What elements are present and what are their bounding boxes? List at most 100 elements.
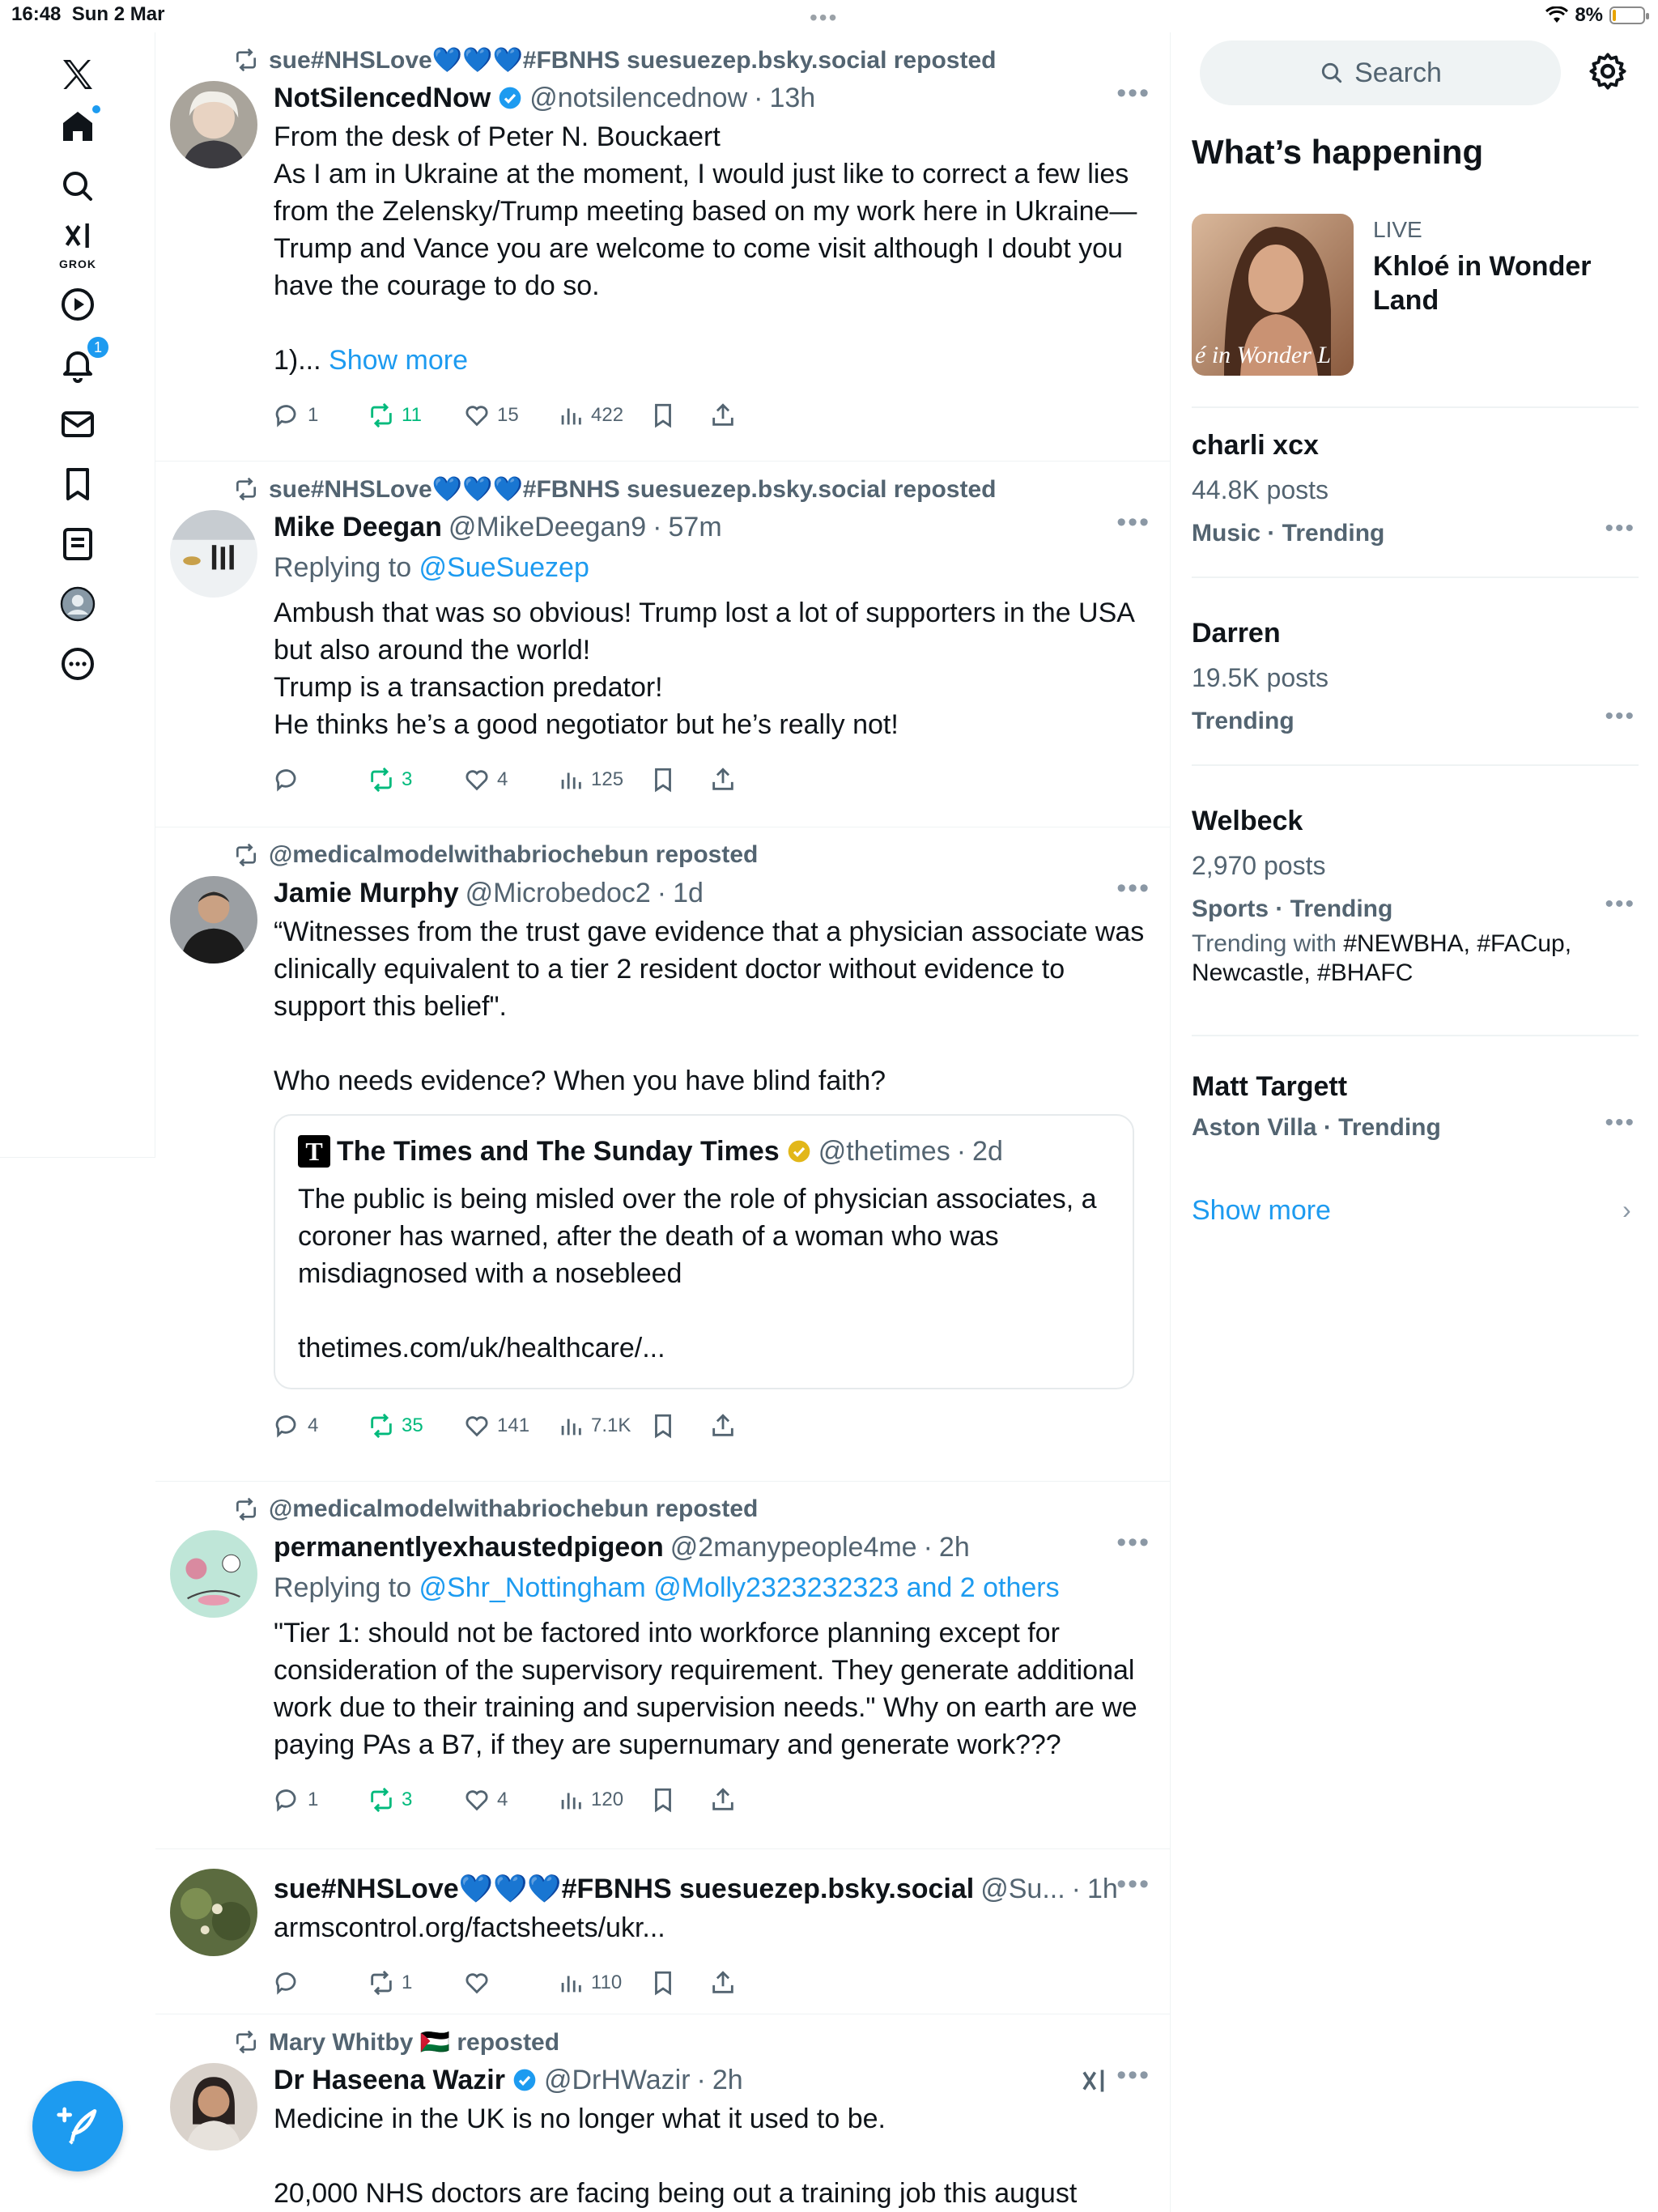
share-button[interactable] (709, 1412, 737, 1440)
reply-icon (275, 405, 296, 428)
bookmark-button[interactable] (649, 1786, 677, 1814)
tweet[interactable]: sue#NHSLove💙💙💙#FBNHS suesuezep.bsky.soci… (155, 1849, 1170, 2014)
more-options-icon[interactable]: ••• (1116, 1527, 1150, 1559)
avatar[interactable] (170, 876, 257, 963)
post-link[interactable]: armscontrol.org/factsheets/ukr... (274, 1909, 1150, 1946)
avatar[interactable] (170, 510, 257, 598)
more-options-icon[interactable]: ••• (1116, 1869, 1150, 1900)
author-name[interactable]: Mike Deegan (274, 512, 442, 543)
views-button[interactable]: 422 (557, 402, 623, 429)
reply-button[interactable] (274, 1969, 308, 1997)
more-options-icon[interactable]: ••• (1116, 2060, 1150, 2091)
repost-button[interactable]: 3 (368, 766, 412, 793)
repost-button[interactable]: 1 (368, 1969, 412, 1997)
repost-button[interactable]: 11 (368, 402, 422, 429)
views-button[interactable]: 110 (557, 1969, 622, 1997)
more-options-icon[interactable]: ••• (1605, 515, 1635, 542)
reply-count: 1 (308, 404, 319, 426)
like-button[interactable]: 4 (463, 1786, 508, 1814)
like-button[interactable]: 141 (463, 1412, 529, 1440)
views-button[interactable]: 7.1K (557, 1412, 631, 1440)
author-name[interactable]: Jamie Murphy (274, 878, 459, 909)
quoted-tweet[interactable]: T The Times and The Sunday Times @thetim… (274, 1114, 1134, 1389)
tweet[interactable]: sue#NHSLove💙💙💙#FBNHS suesuezep.bsky.soci… (155, 462, 1170, 827)
views-button[interactable]: 120 (557, 1786, 623, 1814)
share-button[interactable] (709, 1786, 737, 1814)
author-handle[interactable]: @Microbedoc2 (466, 878, 651, 909)
more-options-icon[interactable]: ••• (1116, 78, 1150, 109)
search-icon (1321, 62, 1342, 83)
reply-button[interactable]: 4 (274, 1412, 318, 1440)
avatar[interactable] (170, 1530, 257, 1618)
avatar[interactable] (170, 81, 257, 168)
author-handle[interactable]: @MikeDeegan9 (449, 512, 646, 543)
like-button[interactable]: 4 (463, 766, 508, 793)
grok-explain-icon[interactable] (1079, 2066, 1108, 2095)
search-icon[interactable] (52, 160, 104, 212)
trend-item[interactable]: Welbeck 2,970 posts Sports · Trending Tr… (1192, 800, 1639, 988)
multitask-grabber[interactable]: ••• (810, 5, 838, 31)
bookmark-icon[interactable] (52, 458, 104, 510)
tweet[interactable]: Mary Whitby 🇵🇸 reposted Dr Haseena Wazir… (155, 2014, 1170, 2212)
reply-button[interactable] (274, 766, 308, 793)
compose-button[interactable] (32, 2081, 123, 2172)
author-handle[interactable]: @DrHWazir (544, 2065, 691, 2096)
trend-item[interactable]: Matt Targett Aston Villa · Trending ••• (1192, 1066, 1639, 1148)
views-button[interactable]: 125 (557, 766, 623, 793)
show-more-trends-link[interactable]: Show more (1192, 1195, 1331, 1227)
home-icon[interactable] (52, 100, 104, 152)
timeline-feed[interactable]: sue#NHSLove💙💙💙#FBNHS suesuezep.bsky.soci… (155, 32, 1171, 2212)
tweet[interactable]: @medicalmodelwithabriochebun reposted Ja… (155, 827, 1170, 1482)
show-more-link[interactable]: Show more (329, 345, 468, 376)
more-options-icon[interactable]: ••• (1605, 1109, 1635, 1137)
trend-item[interactable]: charli xcx 44.8K posts Music · Trending … (1192, 424, 1639, 554)
more-options-icon[interactable]: ••• (1605, 703, 1635, 730)
author-name[interactable]: NotSilencedNow (274, 83, 491, 114)
tweet[interactable]: @medicalmodelwithabriochebun reposted pe… (155, 1482, 1170, 1849)
more-options-icon[interactable]: ••• (1116, 873, 1150, 904)
author-handle[interactable]: @Su... (980, 1874, 1065, 1905)
profile-icon[interactable] (52, 578, 104, 630)
repost-button[interactable]: 3 (368, 1786, 412, 1814)
repost-count: 11 (402, 404, 422, 426)
more-options-icon[interactable]: ••• (1116, 507, 1150, 538)
tweet[interactable]: sue#NHSLove💙💙💙#FBNHS suesuezep.bsky.soci… (155, 32, 1170, 462)
like-button[interactable]: 15 (463, 402, 519, 429)
author-handle[interactable]: @2manypeople4me (670, 1532, 917, 1563)
search-input[interactable]: Search (1200, 40, 1561, 105)
lists-icon[interactable] (52, 518, 104, 570)
share-button[interactable] (709, 402, 737, 429)
more-options-icon[interactable]: ••• (1605, 891, 1635, 918)
avatar[interactable] (170, 2063, 257, 2150)
more-icon[interactable] (52, 638, 104, 690)
author-name[interactable]: permanentlyexhaustedpigeon (274, 1532, 664, 1563)
author-name[interactable]: sue#NHSLove💙💙💙#FBNHS suesuezep.bsky.soci… (274, 1873, 974, 1905)
x-logo-icon[interactable] (52, 49, 104, 100)
bookmark-button[interactable] (649, 402, 677, 429)
share-button[interactable] (709, 766, 737, 793)
trend-item[interactable]: Darren 19.5K posts Trending ••• (1192, 612, 1639, 742)
chevron-right-icon[interactable]: › (1622, 1195, 1631, 1225)
reply-mention-link[interactable]: @SueSuezep (419, 552, 589, 583)
reply-button[interactable]: 1 (274, 402, 318, 429)
bookmark-button[interactable] (649, 766, 677, 793)
repost-button[interactable]: 35 (368, 1412, 423, 1440)
reply-button[interactable]: 1 (274, 1786, 318, 1814)
author-handle[interactable]: @notsilencednow (529, 83, 747, 114)
avatar[interactable] (170, 1869, 257, 1956)
author-name[interactable]: Dr Haseena Wazir (274, 2065, 505, 2096)
repost-icon (236, 1497, 256, 1521)
video-icon[interactable] (52, 279, 104, 330)
like-button[interactable] (463, 1969, 497, 1997)
repost-icon (236, 843, 256, 867)
reply-mention-link[interactable]: @Shr_Nottingham @Molly2323232323 and 2 o… (419, 1572, 1060, 1603)
heart-icon (466, 1790, 488, 1811)
mail-icon[interactable] (52, 398, 104, 450)
bell-icon[interactable]: 1 (52, 335, 110, 390)
bookmark-button[interactable] (649, 1969, 677, 1997)
live-event-card[interactable]: é in Wonder L LIVE Khloé in Wonder Land (1192, 214, 1645, 376)
grok-icon[interactable]: GROK (52, 215, 104, 270)
share-button[interactable] (709, 1969, 737, 1997)
settings-gear-icon[interactable] (1587, 50, 1629, 92)
bookmark-button[interactable] (649, 1412, 677, 1440)
